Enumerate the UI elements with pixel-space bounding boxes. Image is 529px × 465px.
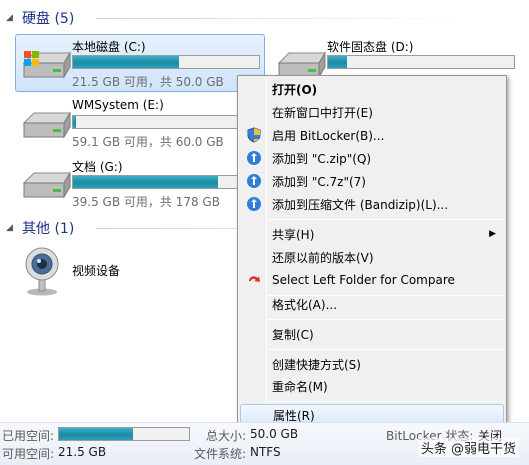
menu-separator: [268, 219, 504, 220]
menu-item-label: 创建快捷方式(S): [272, 357, 361, 372]
drive-usage-bar: [72, 115, 260, 129]
drive-name: WMSystem (E:): [72, 98, 164, 112]
menu-item-open[interactable]: 打开(O): [240, 78, 504, 100]
total-size-value: 50.0 GB: [250, 427, 299, 441]
file-system-value: NTFS: [250, 445, 281, 459]
menu-item-restore-versions[interactable]: 还原以前的版本(V): [240, 246, 504, 268]
menu-item-open-new-window[interactable]: 在新窗口中打开(E): [240, 101, 504, 123]
menu-item-add-zip[interactable]: 添加到 "C.zip"(Q): [240, 147, 504, 169]
usage-fill: [59, 428, 134, 440]
compare-icon: [249, 276, 260, 282]
hard-drive-icon: [22, 171, 71, 199]
menu-item-label: 启用 BitLocker(B)...: [272, 128, 385, 143]
usage-fill: [73, 116, 76, 128]
drive-e[interactable]: WMSystem (E:) 59.1 GB 可用，共 60.0 GB: [15, 94, 265, 152]
submenu-arrow-icon: ▶: [489, 229, 496, 239]
menu-item-label: 在新窗口中打开(E): [272, 105, 373, 120]
total-size-label: 总大小:: [206, 429, 247, 443]
device-label: 视频设备: [72, 264, 121, 278]
menu-item-copy[interactable]: 复制(C): [240, 323, 504, 345]
menu-item-label: 添加到 "C.7z"(7): [272, 174, 366, 189]
collapse-arrow-icon[interactable]: ◢: [6, 223, 22, 233]
free-space-label: 可用空间:: [2, 447, 55, 461]
shield-icon: [247, 127, 261, 143]
used-space-label: 已用空间:: [2, 429, 55, 443]
drive-usage-bar: [72, 55, 260, 69]
drive-free-space: 21.5 GB 可用，共 50.0 GB: [72, 75, 224, 89]
hard-drive-windows-icon: [22, 51, 71, 79]
menu-item-label: 添加到 "C.zip"(Q): [272, 151, 372, 166]
menu-item-bitlocker[interactable]: 启用 BitLocker(B)...: [240, 124, 504, 146]
video-device-item[interactable]: 视频设备: [22, 240, 222, 300]
menu-item-compare[interactable]: Select Left Folder for Compare: [240, 269, 504, 291]
drive-usage-bar: [72, 175, 260, 189]
bandizip-icon: [247, 151, 261, 165]
usage-fill: [328, 56, 347, 68]
menu-item-label: 复制(C): [272, 327, 314, 342]
free-space-value: 21.5 GB: [58, 445, 107, 459]
menu-item-format[interactable]: 格式化(A)...: [240, 293, 504, 315]
watermark: 头条 @弱电干货: [417, 438, 519, 457]
menu-item-add-archive[interactable]: 添加到压缩文件 (Bandizip)(L)...: [240, 193, 504, 215]
menu-item-label: 打开(O): [272, 82, 318, 97]
menu-item-label: 格式化(A)...: [272, 297, 338, 312]
drive-free-space: 39.5 GB 可用，共 178 GB: [72, 195, 220, 209]
menu-separator: [268, 349, 504, 350]
menu-item-rename[interactable]: 重命名(M): [240, 375, 504, 397]
usage-fill: [73, 56, 180, 68]
collapse-arrow-icon[interactable]: ◢: [6, 13, 22, 23]
webcam-icon: [25, 247, 59, 296]
bandizip-icon: [247, 197, 261, 211]
menu-item-share[interactable]: 共享(H) ▶: [240, 223, 504, 245]
menu-item-add-7z[interactable]: 添加到 "C.7z"(7): [240, 170, 504, 192]
group-header-hard-drives[interactable]: ◢ 硬盘 (5): [6, 8, 475, 28]
menu-item-label: Select Left Folder for Compare: [272, 273, 455, 287]
context-menu: 打开(O) 在新窗口中打开(E) 启用 BitLocker(B)... 添加到 …: [237, 75, 507, 430]
menu-item-label: 共享(H): [272, 227, 315, 242]
menu-separator: [268, 401, 504, 402]
usage-fill: [73, 176, 219, 188]
group-title: 硬盘 (5): [22, 11, 75, 27]
bandizip-icon: [247, 174, 261, 188]
drive-g[interactable]: 文档 (G:) 39.5 GB 可用，共 178 GB: [15, 154, 265, 212]
menu-item-label: 属性(R): [273, 408, 315, 423]
group-header-other[interactable]: ◢ 其他 (1): [6, 218, 475, 238]
menu-item-label: 重命名(M): [272, 379, 328, 394]
menu-item-create-shortcut[interactable]: 创建快捷方式(S): [240, 353, 504, 375]
drive-name: 文档 (G:): [72, 160, 123, 174]
drive-name: 本地磁盘 (C:): [72, 40, 146, 54]
menu-item-label: 添加到压缩文件 (Bandizip)(L)...: [272, 197, 449, 212]
drive-usage-bar: [327, 55, 515, 69]
drive-name: 软件固态盘 (D:): [327, 40, 414, 54]
group-title: 其他 (1): [22, 221, 75, 237]
group-divider: [96, 18, 475, 19]
menu-item-label: 还原以前的版本(V): [272, 250, 374, 265]
drive-c[interactable]: 本地磁盘 (C:) 21.5 GB 可用，共 50.0 GB: [15, 34, 265, 92]
drive-free-space: 59.1 GB 可用，共 60.0 GB: [72, 135, 224, 149]
file-system-label: 文件系统:: [194, 447, 247, 461]
used-space-bar: [58, 427, 190, 441]
hard-drive-icon: [22, 111, 71, 139]
menu-separator: [268, 319, 504, 320]
